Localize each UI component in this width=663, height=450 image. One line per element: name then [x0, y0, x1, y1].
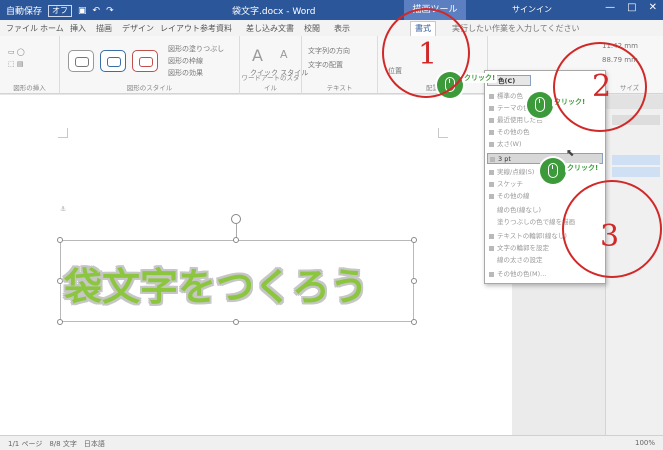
- menu-item-icon: [489, 194, 494, 199]
- mouse-icon: [548, 163, 558, 178]
- resize-handle-b[interactable]: [233, 319, 239, 325]
- tab-references[interactable]: 参考資料: [200, 23, 232, 34]
- shapes-gallery-icon[interactable]: ▭ ◯: [8, 48, 25, 56]
- group-label-insert-shapes: 図形の挿入: [13, 84, 46, 92]
- menu-item-icon: [489, 272, 494, 277]
- sign-in-link[interactable]: サインイン: [512, 4, 552, 15]
- ribbon-tabs: ファイル ホーム 挿入 描画 デザイン レイアウト 参考資料 差し込み文書 校閲…: [0, 20, 663, 36]
- tab-file[interactable]: ファイル: [6, 23, 38, 34]
- wordart-text[interactable]: 袋文字をつくろう: [64, 256, 414, 309]
- annotation-number-3: 3: [600, 219, 620, 254]
- menu-item-icon: [489, 142, 494, 147]
- document-title: 袋文字.docx - Word: [232, 7, 316, 17]
- shape-outline-button[interactable]: 図形の枠線: [168, 56, 203, 66]
- shape-fill-button[interactable]: 図形の塗りつぶし: [168, 44, 224, 54]
- menu-item[interactable]: 太さ(W): [487, 139, 603, 150]
- menu-item-icon: [489, 170, 494, 175]
- close-icon[interactable]: ✕: [649, 2, 657, 13]
- click-badge-2: [527, 92, 553, 118]
- menu-item-icon: [489, 234, 494, 239]
- resize-handle-l[interactable]: [57, 278, 63, 284]
- text-align-button[interactable]: 文字の配置: [308, 60, 343, 70]
- paragraph-anchor-icon: ⚓: [60, 205, 67, 213]
- menu-item-icon: [489, 118, 494, 123]
- zoom-level[interactable]: 100%: [635, 439, 655, 447]
- group-insert-shapes: ▭ ◯ ⬚ ▤ 図形の挿入: [0, 36, 60, 94]
- group-label-shape-styles: 図形のスタイル: [126, 84, 173, 92]
- group-label-wordart-styles: ワードアートのスタイル: [241, 74, 300, 92]
- side-pane-row-selected[interactable]: [612, 167, 660, 177]
- status-bar: 1/1 ページ 8/8 文字 日本語 100%: [0, 435, 663, 450]
- side-pane-row-selected[interactable]: [612, 155, 660, 165]
- autosave-label: 自動保存: [6, 7, 43, 17]
- word-window: { "titlebar": { "autosave_label": "自動保存"…: [0, 0, 663, 450]
- shape-style-gray[interactable]: [68, 50, 94, 72]
- shape-effects-button[interactable]: 図形の効果: [168, 68, 203, 78]
- cursor-icon: ⬉: [566, 148, 575, 159]
- minimize-icon[interactable]: —: [605, 2, 615, 13]
- shape-style-red[interactable]: [132, 50, 158, 72]
- resize-handle-br[interactable]: [411, 319, 417, 325]
- click-badge-3: [540, 158, 566, 184]
- tab-mailings[interactable]: 差し込み文書: [246, 23, 294, 34]
- menu-item-icon: [489, 182, 494, 187]
- save-icon[interactable]: ▣: [78, 6, 87, 16]
- text-fill-icon[interactable]: A: [280, 48, 288, 61]
- status-page-info: 1/1 ページ 8/8 文字 日本語: [8, 440, 105, 448]
- menu-item-icon: [489, 130, 494, 135]
- tab-home[interactable]: ホーム: [40, 23, 64, 34]
- window-controls: — □ ✕: [605, 2, 657, 13]
- menu-item-icon: [489, 246, 494, 251]
- annotation-number-2: 2: [592, 69, 612, 104]
- tab-layout[interactable]: レイアウト: [160, 23, 200, 34]
- edit-shape-icon[interactable]: ⬚ ▤: [8, 60, 23, 68]
- resize-handle-tl[interactable]: [57, 237, 63, 243]
- autosave-toggle[interactable]: オフ: [48, 4, 73, 17]
- title-bar: 自動保存 オフ ▣ ↶ ↷ 袋文字.docx - Word 描画ツール サインイ…: [0, 0, 663, 20]
- click-label-1: クリック!: [462, 73, 498, 83]
- margin-marker-top-right: [438, 128, 448, 138]
- group-label-text: テキスト: [326, 84, 353, 92]
- resize-handle-tr[interactable]: [411, 237, 417, 243]
- quick-access-toolbar: 自動保存 オフ ▣ ↶ ↷: [6, 4, 114, 17]
- mouse-icon: [535, 97, 545, 112]
- undo-icon[interactable]: ↶: [93, 6, 101, 16]
- menu-item-icon: [489, 106, 494, 111]
- quick-styles-icon[interactable]: A: [252, 46, 263, 65]
- search-input[interactable]: 実行したい作業を入力してください: [452, 23, 580, 34]
- menu-item-icon: [489, 94, 494, 99]
- redo-icon[interactable]: ↷: [106, 6, 114, 16]
- group-wordart-styles: A クイック スタイル A ワードアートのスタイル: [240, 36, 308, 94]
- click-label-3: クリック!: [565, 163, 601, 173]
- tab-design[interactable]: デザイン: [122, 23, 154, 34]
- group-text: 文字列の方向 文字の配置 テキスト: [302, 36, 378, 94]
- text-direction-button[interactable]: 文字列の方向: [308, 46, 350, 56]
- resize-handle-t[interactable]: [233, 237, 239, 243]
- tab-insert[interactable]: 挿入: [70, 23, 86, 34]
- tab-review[interactable]: 校閲: [304, 23, 320, 34]
- menu-item-icon: [490, 157, 495, 162]
- shape-style-blue[interactable]: [100, 50, 126, 72]
- tab-view[interactable]: 表示: [334, 23, 350, 34]
- maximize-icon[interactable]: □: [627, 2, 636, 13]
- margin-marker-top-left: [58, 128, 68, 138]
- rotation-handle[interactable]: [231, 214, 241, 224]
- resize-handle-bl[interactable]: [57, 319, 63, 325]
- tab-draw[interactable]: 描画: [96, 23, 112, 34]
- group-shape-styles: 図形の塗りつぶし 図形の枠線 図形の効果 図形のスタイル: [60, 36, 240, 94]
- annotation-number-1: 1: [418, 37, 438, 72]
